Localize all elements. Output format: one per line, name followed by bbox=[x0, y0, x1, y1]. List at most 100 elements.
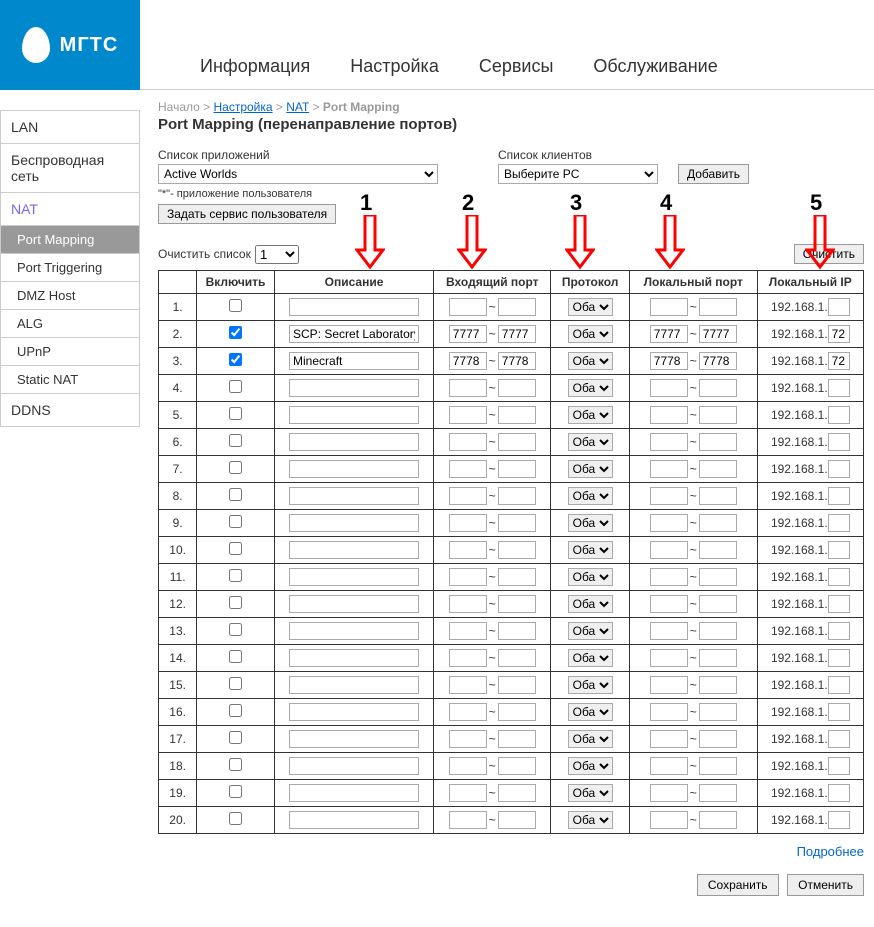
description-input[interactable] bbox=[289, 514, 419, 532]
local-ip-suffix-input[interactable] bbox=[828, 730, 850, 748]
incoming-port-to-input[interactable] bbox=[498, 784, 536, 802]
local-ip-suffix-input[interactable] bbox=[828, 514, 850, 532]
protocol-select[interactable]: Оба bbox=[568, 514, 613, 532]
incoming-port-to-input[interactable] bbox=[498, 460, 536, 478]
incoming-port-to-input[interactable] bbox=[498, 379, 536, 397]
incoming-port-from-input[interactable] bbox=[449, 541, 487, 559]
local-ip-suffix-input[interactable] bbox=[828, 784, 850, 802]
enable-checkbox[interactable] bbox=[229, 380, 242, 393]
local-ip-suffix-input[interactable] bbox=[828, 676, 850, 694]
sidebar-item[interactable]: NAT bbox=[0, 193, 140, 226]
incoming-port-from-input[interactable] bbox=[449, 433, 487, 451]
protocol-select[interactable]: Оба bbox=[568, 757, 613, 775]
incoming-port-to-input[interactable] bbox=[498, 676, 536, 694]
protocol-select[interactable]: Оба bbox=[568, 703, 613, 721]
enable-checkbox[interactable] bbox=[229, 407, 242, 420]
local-port-to-input[interactable] bbox=[699, 514, 737, 532]
enable-checkbox[interactable] bbox=[229, 731, 242, 744]
local-port-from-input[interactable] bbox=[650, 784, 688, 802]
local-port-to-input[interactable] bbox=[699, 325, 737, 343]
local-ip-suffix-input[interactable] bbox=[828, 568, 850, 586]
local-ip-suffix-input[interactable] bbox=[828, 595, 850, 613]
protocol-select[interactable]: Оба bbox=[568, 784, 613, 802]
enable-checkbox[interactable] bbox=[229, 326, 242, 339]
incoming-port-to-input[interactable] bbox=[498, 703, 536, 721]
incoming-port-from-input[interactable] bbox=[449, 811, 487, 829]
nav-tab-info[interactable]: Информация bbox=[180, 44, 330, 89]
sidebar-item[interactable]: Беспроводная сеть bbox=[0, 144, 140, 193]
local-port-from-input[interactable] bbox=[650, 676, 688, 694]
protocol-select[interactable]: Оба bbox=[568, 433, 613, 451]
local-ip-suffix-input[interactable] bbox=[828, 433, 850, 451]
description-input[interactable] bbox=[289, 379, 419, 397]
local-port-to-input[interactable] bbox=[699, 622, 737, 640]
description-input[interactable] bbox=[289, 325, 419, 343]
nav-tab-setup[interactable]: Настройка bbox=[330, 44, 459, 89]
description-input[interactable] bbox=[289, 811, 419, 829]
local-ip-suffix-input[interactable] bbox=[828, 325, 850, 343]
local-port-to-input[interactable] bbox=[699, 352, 737, 370]
enable-checkbox[interactable] bbox=[229, 515, 242, 528]
protocol-select[interactable]: Оба bbox=[568, 406, 613, 424]
local-port-from-input[interactable] bbox=[650, 298, 688, 316]
protocol-select[interactable]: Оба bbox=[568, 649, 613, 667]
local-ip-suffix-input[interactable] bbox=[828, 649, 850, 667]
description-input[interactable] bbox=[289, 541, 419, 559]
cancel-button[interactable]: Отменить bbox=[787, 874, 864, 896]
incoming-port-to-input[interactable] bbox=[498, 352, 536, 370]
incoming-port-to-input[interactable] bbox=[498, 514, 536, 532]
local-ip-suffix-input[interactable] bbox=[828, 757, 850, 775]
sidebar-sub-item[interactable]: Static NAT bbox=[0, 366, 140, 394]
local-port-to-input[interactable] bbox=[699, 676, 737, 694]
local-ip-suffix-input[interactable] bbox=[828, 703, 850, 721]
protocol-select[interactable]: Оба bbox=[568, 298, 613, 316]
incoming-port-from-input[interactable] bbox=[449, 352, 487, 370]
enable-checkbox[interactable] bbox=[229, 704, 242, 717]
local-port-from-input[interactable] bbox=[650, 757, 688, 775]
enable-checkbox[interactable] bbox=[229, 434, 242, 447]
enable-checkbox[interactable] bbox=[229, 650, 242, 663]
incoming-port-from-input[interactable] bbox=[449, 568, 487, 586]
local-port-to-input[interactable] bbox=[699, 730, 737, 748]
local-port-to-input[interactable] bbox=[699, 568, 737, 586]
enable-checkbox[interactable] bbox=[229, 758, 242, 771]
protocol-select[interactable]: Оба bbox=[568, 460, 613, 478]
incoming-port-from-input[interactable] bbox=[449, 379, 487, 397]
add-button[interactable]: Добавить bbox=[678, 164, 749, 184]
local-port-from-input[interactable] bbox=[650, 487, 688, 505]
description-input[interactable] bbox=[289, 703, 419, 721]
local-port-to-input[interactable] bbox=[699, 811, 737, 829]
local-ip-suffix-input[interactable] bbox=[828, 379, 850, 397]
clear-list-select[interactable]: 1 bbox=[255, 245, 299, 264]
nav-tab-maintenance[interactable]: Обслуживание bbox=[573, 44, 737, 89]
local-port-from-input[interactable] bbox=[650, 541, 688, 559]
enable-checkbox[interactable] bbox=[229, 542, 242, 555]
sidebar-item[interactable]: LAN bbox=[0, 110, 140, 144]
breadcrumb-link[interactable]: NAT bbox=[286, 100, 309, 114]
local-port-from-input[interactable] bbox=[650, 622, 688, 640]
protocol-select[interactable]: Оба bbox=[568, 676, 613, 694]
description-input[interactable] bbox=[289, 568, 419, 586]
description-input[interactable] bbox=[289, 784, 419, 802]
description-input[interactable] bbox=[289, 298, 419, 316]
incoming-port-to-input[interactable] bbox=[498, 487, 536, 505]
protocol-select[interactable]: Оба bbox=[568, 379, 613, 397]
local-port-from-input[interactable] bbox=[650, 352, 688, 370]
local-port-from-input[interactable] bbox=[650, 325, 688, 343]
local-ip-suffix-input[interactable] bbox=[828, 541, 850, 559]
incoming-port-to-input[interactable] bbox=[498, 595, 536, 613]
local-ip-suffix-input[interactable] bbox=[828, 811, 850, 829]
local-port-to-input[interactable] bbox=[699, 406, 737, 424]
incoming-port-to-input[interactable] bbox=[498, 406, 536, 424]
incoming-port-from-input[interactable] bbox=[449, 514, 487, 532]
local-port-to-input[interactable] bbox=[699, 433, 737, 451]
local-port-to-input[interactable] bbox=[699, 757, 737, 775]
incoming-port-from-input[interactable] bbox=[449, 757, 487, 775]
local-port-to-input[interactable] bbox=[699, 541, 737, 559]
enable-checkbox[interactable] bbox=[229, 299, 242, 312]
incoming-port-from-input[interactable] bbox=[449, 406, 487, 424]
incoming-port-to-input[interactable] bbox=[498, 622, 536, 640]
local-ip-suffix-input[interactable] bbox=[828, 487, 850, 505]
local-port-from-input[interactable] bbox=[650, 514, 688, 532]
description-input[interactable] bbox=[289, 595, 419, 613]
